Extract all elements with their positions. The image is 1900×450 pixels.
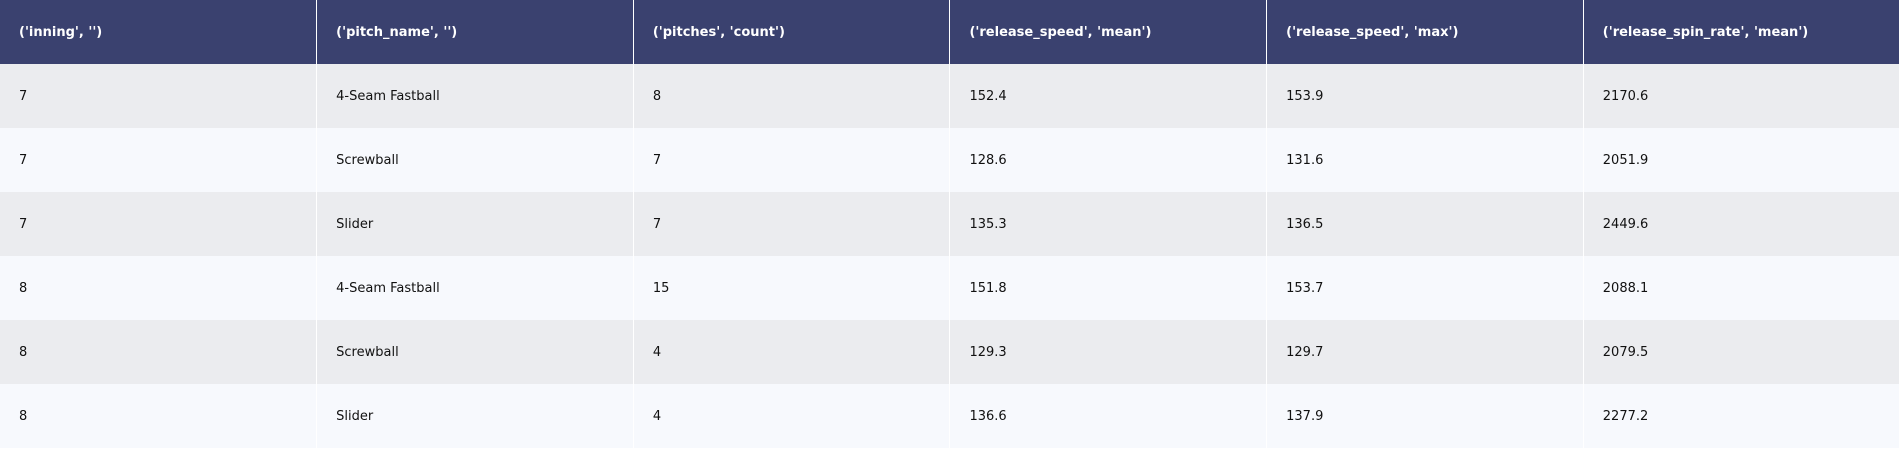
cell-pitches-count: 4: [633, 384, 951, 448]
cell-inning: 8: [0, 256, 318, 320]
cell-pitch-name: 4-Seam Fastball: [316, 256, 634, 320]
cell-pitch-name: Slider: [316, 192, 634, 256]
column-header-release-speed-max: ('release_speed', 'max'): [1266, 0, 1584, 64]
pitch-summary-table: ('inning', '') ('pitch_name', '') ('pitc…: [0, 0, 1900, 448]
cell-pitch-name: 4-Seam Fastball: [316, 64, 634, 128]
cell-inning: 8: [0, 320, 318, 384]
cell-release-spin-rate-mean: 2449.6: [1583, 192, 1900, 256]
cell-inning: 7: [0, 192, 318, 256]
cell-pitch-name: Screwball: [316, 320, 634, 384]
cell-release-spin-rate-mean: 2277.2: [1583, 384, 1900, 448]
cell-release-speed-max: 129.7: [1266, 320, 1584, 384]
column-header-pitch-name: ('pitch_name', ''): [316, 0, 634, 64]
column-header-inning: ('inning', ''): [0, 0, 318, 64]
header-row: ('inning', '') ('pitch_name', '') ('pitc…: [0, 0, 1900, 64]
cell-pitches-count: 4: [633, 320, 951, 384]
cell-pitches-count: 8: [633, 64, 951, 128]
column-header-release-spin-rate-mean: ('release_spin_rate', 'mean'): [1583, 0, 1900, 64]
cell-inning: 8: [0, 384, 318, 448]
table-row: 7 Slider 7 135.3 136.5 2449.6: [0, 192, 1900, 256]
cell-pitch-name: Screwball: [316, 128, 634, 192]
table-row: 7 4-Seam Fastball 8 152.4 153.9 2170.6: [0, 64, 1900, 128]
cell-release-spin-rate-mean: 2079.5: [1583, 320, 1900, 384]
cell-pitches-count: 7: [633, 128, 951, 192]
cell-release-speed-mean: 136.6: [949, 384, 1268, 448]
cell-release-speed-mean: 135.3: [949, 192, 1268, 256]
cell-release-speed-max: 153.7: [1266, 256, 1584, 320]
cell-release-speed-max: 137.9: [1266, 384, 1584, 448]
table-header: ('inning', '') ('pitch_name', '') ('pitc…: [0, 0, 1900, 64]
cell-release-speed-mean: 128.6: [949, 128, 1268, 192]
cell-inning: 7: [0, 64, 318, 128]
cell-pitch-name: Slider: [316, 384, 634, 448]
table-row: 7 Screwball 7 128.6 131.6 2051.9: [0, 128, 1900, 192]
cell-release-speed-max: 131.6: [1266, 128, 1584, 192]
cell-release-spin-rate-mean: 2051.9: [1583, 128, 1900, 192]
cell-release-speed-max: 153.9: [1266, 64, 1584, 128]
cell-release-speed-mean: 129.3: [949, 320, 1268, 384]
column-header-release-speed-mean: ('release_speed', 'mean'): [949, 0, 1268, 64]
cell-release-speed-max: 136.5: [1266, 192, 1584, 256]
cell-pitches-count: 7: [633, 192, 951, 256]
cell-pitches-count: 15: [633, 256, 951, 320]
cell-inning: 7: [0, 128, 318, 192]
cell-release-spin-rate-mean: 2088.1: [1583, 256, 1900, 320]
table-body: 7 4-Seam Fastball 8 152.4 153.9 2170.6 7…: [0, 64, 1900, 448]
table-row: 8 4-Seam Fastball 15 151.8 153.7 2088.1: [0, 256, 1900, 320]
cell-release-speed-mean: 152.4: [949, 64, 1268, 128]
column-header-pitches-count: ('pitches', 'count'): [633, 0, 951, 64]
cell-release-speed-mean: 151.8: [949, 256, 1268, 320]
table-row: 8 Slider 4 136.6 137.9 2277.2: [0, 384, 1900, 448]
cell-release-spin-rate-mean: 2170.6: [1583, 64, 1900, 128]
table-row: 8 Screwball 4 129.3 129.7 2079.5: [0, 320, 1900, 384]
